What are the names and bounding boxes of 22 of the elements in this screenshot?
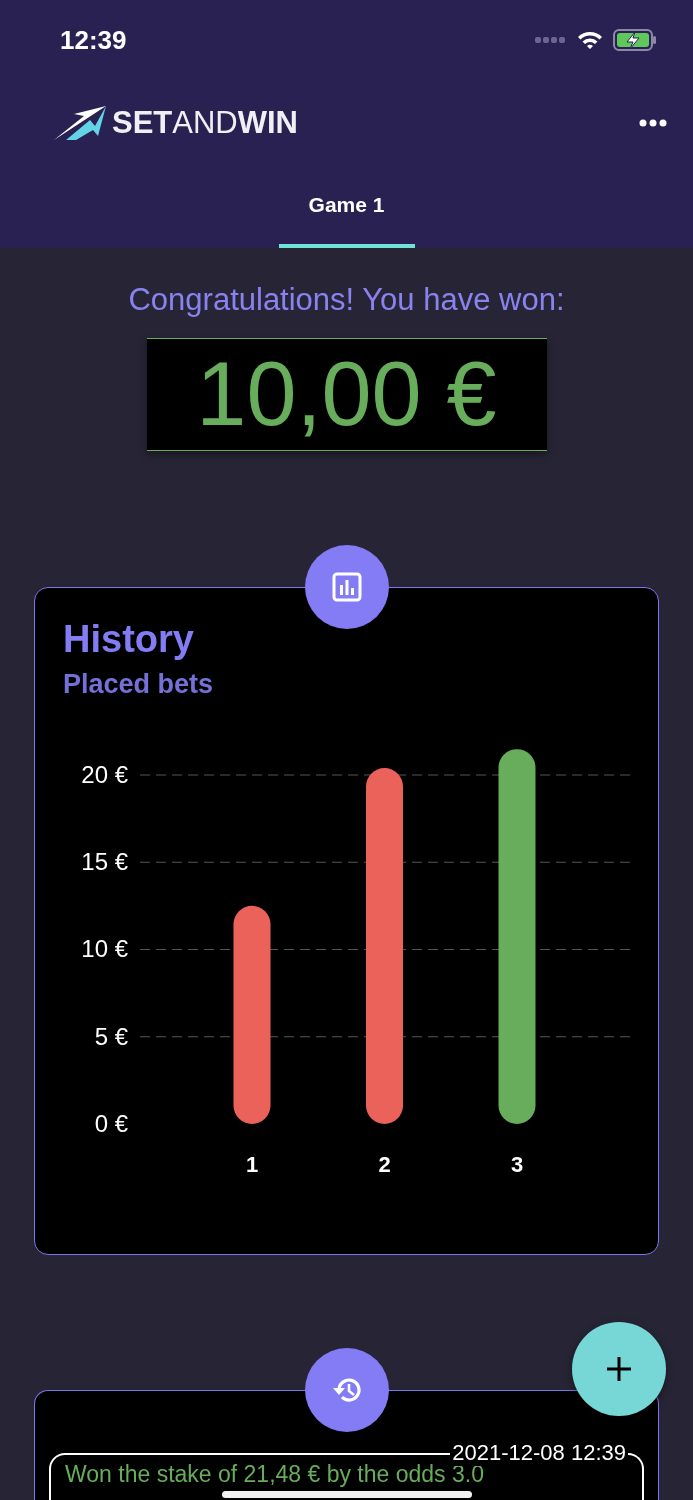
chart-icon — [332, 572, 362, 602]
arrow-logo-icon — [54, 105, 106, 140]
logo-text: SETANDWIN — [112, 104, 298, 141]
more-icon[interactable] — [639, 118, 667, 127]
axis-label: 5 € — [94, 1022, 128, 1050]
card-title: History — [63, 618, 195, 661]
card-subtitle: Placed bets — [63, 669, 215, 700]
signal-icon — [535, 36, 567, 44]
axis-label: 10 € — [81, 935, 128, 963]
battery-icon — [613, 29, 657, 51]
wifi-icon — [577, 30, 603, 50]
axis-label: 1 — [245, 1152, 259, 1177]
status-time: 12:39 — [60, 24, 127, 56]
tab[interactable]: Game 1 — [278, 165, 415, 248]
congrats-message: Congratulations! You have won: — [128, 282, 565, 318]
axis-label: 2 — [378, 1152, 391, 1177]
plus-icon — [606, 1356, 632, 1382]
axis-label: 0 € — [94, 1110, 128, 1137]
axis-label: 15 € — [81, 848, 128, 876]
axis-label: 3 — [510, 1152, 524, 1177]
amount-display: 10,00 € — [146, 338, 547, 451]
axis-label: 20 € — [81, 761, 128, 788]
